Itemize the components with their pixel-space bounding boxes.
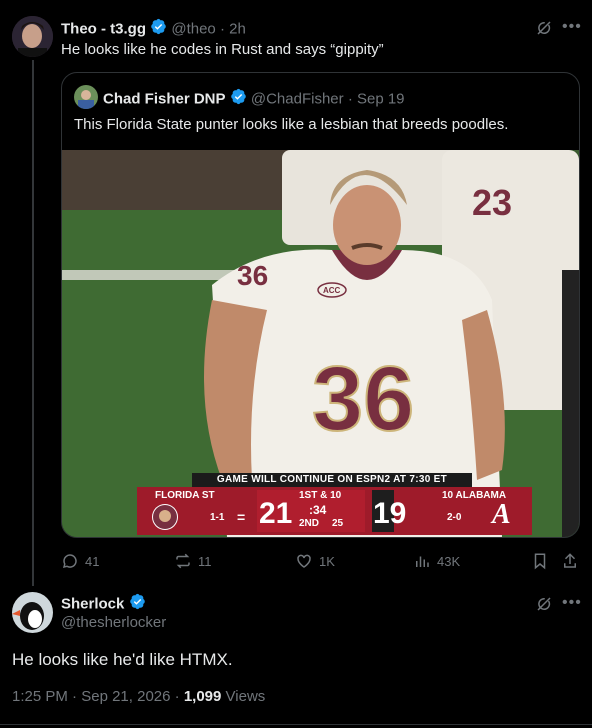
repost-icon [176,553,190,569]
post-header: Theo - t3.gg @theo · 2h [61,18,246,41]
grok-icon[interactable] [535,595,553,618]
meta-separator: · [72,688,78,705]
reply-header: Sherlock [61,593,146,616]
alabama-logo-icon: A [492,499,511,530]
fsu-logo-icon [152,504,178,530]
scoreboard-banner: GAME WILL CONTINUE ON ESPN2 AT 7:30 ET [192,473,472,487]
more-options-icon[interactable]: ••• [562,18,582,36]
more-options-icon[interactable]: ••• [562,594,582,612]
verified-badge-icon [129,593,146,616]
sherlock-avatar[interactable] [12,592,53,633]
reply-views-label: Views [225,688,266,705]
bookmark-icon [534,553,546,570]
grok-icon[interactable] [535,19,553,42]
post-time[interactable]: 2h [229,20,246,37]
chad-handle: @ChadFisher [250,90,344,108]
reply-time[interactable]: 1:25 PM [12,688,68,705]
header-separator: · [219,20,225,38]
meta-separator: · [174,688,180,705]
scoreboard: FLORIDA ST 1-1 = 21 1ST & 10 :34 2ND 25 … [137,487,532,535]
analytics-icon [416,556,429,567]
post-text: He looks like he codes in Rust and says … [61,41,384,58]
theo-avatar[interactable] [12,16,53,57]
views-button[interactable]: 43K [413,552,460,570]
play-clock: 25 [332,518,344,529]
away-score: 19 [373,497,407,530]
reply-count: 41 [85,553,100,569]
theo-name[interactable]: Theo - t3.gg [61,20,146,37]
reply-text: He looks like he'd like HTMX. [12,650,233,669]
acc-patch-text: ACC [323,286,341,295]
chad-avatar[interactable] [74,85,98,109]
share-icon [564,553,576,568]
down-distance: 1ST & 10 [299,490,342,501]
home-record: 1-1 [210,512,225,523]
away-record: 2-0 [447,512,462,523]
reply-button[interactable]: 41 [61,552,99,570]
reply-meta: 1:25 PM · Sep 21, 2026 · 1,099 Views [12,688,265,705]
chad-name[interactable]: Chad Fisher DNP [103,90,226,107]
game-clock: :34 [309,503,327,517]
quote-separator: · [347,90,353,108]
jersey-number: 36 [312,348,414,450]
quote-date: Sep 19 [356,90,405,108]
reply-date[interactable]: Sep 21, 2026 [81,688,170,705]
home-team: FLORIDA ST [155,490,215,501]
share-button[interactable] [561,552,579,570]
sleeve-number: 36 [237,260,268,291]
period: 2ND [299,518,320,529]
quote-text: This Florida State punter looks like a l… [74,116,509,133]
like-button[interactable]: 1K [295,552,335,570]
post-actions: 41 11 1K 43K [61,551,578,571]
thread-line [32,60,34,586]
verified-badge-icon [150,18,167,41]
football-photo[interactable]: 23 36 36 ACC GAME WILL CONTINUE ON ESPN2… [62,150,579,537]
like-count: 1K [319,553,335,569]
repost-button[interactable]: 11 [174,552,212,570]
quote-header: Chad Fisher DNP @ChadFisher · Sep 19 [103,88,405,111]
verified-badge-icon [230,88,247,111]
sherlock-name[interactable]: Sherlock [61,595,124,612]
back-jersey-number: 23 [472,182,512,223]
repost-count: 11 [198,553,212,569]
sherlock-handle[interactable]: @thesherlocker [61,614,166,631]
quoted-post[interactable]: Chad Fisher DNP @ChadFisher · Sep 19 Thi… [61,72,580,538]
views-count: 43K [437,553,461,569]
divider [0,724,592,725]
bookmark-button[interactable] [531,552,549,570]
heart-icon [297,554,311,568]
theo-handle[interactable]: @theo [171,20,215,37]
reply-icon [62,554,77,569]
reply-views-count: 1,099 [183,688,222,705]
home-score: 21 [259,497,293,530]
score-divider-icon: = [237,509,246,525]
